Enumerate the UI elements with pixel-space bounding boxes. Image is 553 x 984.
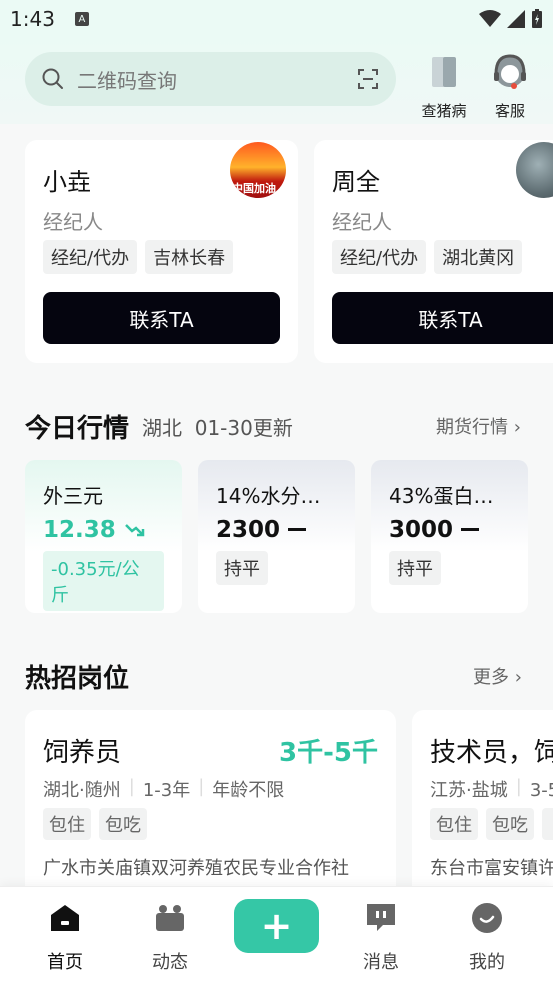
price-name: 43%蛋白豆... [389,484,510,508]
job-tag: 包住 [43,808,91,840]
customer-service-button[interactable]: 客服 [480,52,540,121]
job-tags: 包住 包吃 [43,808,147,840]
main-content: 中国加油 小垚 经纪人 经纪/代办 吉林长春 联系TA 周全 经纪人 经纪/代办… [0,124,553,886]
book-icon [432,57,456,87]
message-icon [367,904,395,931]
trend-flat-icon [461,528,480,531]
job-meta: 湖北·随州 | 1-3年 | 年龄不限 [43,776,285,801]
job-card[interactable]: 技术员，饲 江苏·盐城 | 3-5年 包住 包吃 东台市富安镇许 [412,710,553,886]
home-icon [51,905,79,931]
jobs-more-link[interactable]: 更多 › [473,663,522,689]
price-card[interactable]: 14%水分玉... 2300 持平 [198,460,355,613]
price-name: 14%水分玉... [216,484,337,508]
job-title: 技术员，饲 [430,738,553,768]
job-experience: 1-3年 [142,780,191,801]
pig-disease-button[interactable]: 查猪病 [414,52,474,121]
job-company: 广水市关庙镇双河养殖农民专业合作社 [43,858,349,879]
agent-tag: 经纪/代办 [332,240,427,274]
agent-role: 经纪人 [332,210,392,234]
wifi-icon [479,10,501,27]
price-value-row: 2300 [216,517,337,543]
price-value: 12.38 [43,517,116,543]
jobs-title: 热招岗位 [25,664,130,694]
job-meta: 江苏·盐城 | 3-5年 [430,776,553,802]
bottom-tab-bar: 首页 动态 + 消息 我的 [0,886,553,984]
header: 二维码查询 查猪病 客服 [0,38,553,124]
avatar[interactable] [516,142,553,198]
tab-mine-label: 我的 [469,952,505,973]
agent-role: 经纪人 [43,210,103,234]
avatar-text: 中国加油 [232,182,276,195]
tab-home-label: 首页 [47,952,83,973]
tab-feed[interactable]: 动态 [130,901,210,974]
scan-icon[interactable] [356,67,380,91]
price-card[interactable]: 外三元 12.38 -0.35元/公斤 [25,460,182,613]
profile-icon [472,903,502,933]
status-bar: 1:43 A [0,0,553,38]
agent-card[interactable]: 周全 经纪人 经纪/代办 湖北黄冈 联系TA [314,140,553,363]
trend-down-icon [124,524,145,537]
futures-link[interactable]: 期货行情 › [436,413,521,439]
battery-icon [532,9,542,28]
contact-button[interactable]: 联系TA [332,292,553,344]
price-name: 外三元 [43,484,103,508]
price-change: 持平 [389,551,441,585]
tab-mine[interactable]: 我的 [447,901,527,974]
job-card[interactable]: 饲养员 3千-5千 湖北·随州 | 1-3年 | 年龄不限 包住 包吃 广水市关… [25,710,396,886]
job-age: 年龄不限 [212,780,285,801]
avatar[interactable]: 中国加油 [230,142,286,198]
signal-icon [507,10,525,28]
price-card[interactable]: 43%蛋白豆... 3000 持平 [371,460,528,613]
status-time: 1:43 [10,7,55,31]
tab-feed-label: 动态 [152,952,188,973]
market-title: 今日行情 [25,414,130,444]
pig-disease-label: 查猪病 [421,102,467,120]
search-input[interactable]: 二维码查询 [77,65,356,94]
trend-flat-icon [288,528,307,531]
price-change: 持平 [216,551,268,585]
job-tags: 包住 包吃 [430,808,553,840]
agent-tag: 湖北黄冈 [434,240,523,274]
tab-messages-label: 消息 [363,952,399,973]
tab-home[interactable]: 首页 [25,901,105,974]
status-icons [479,9,543,29]
price-change: -0.35元/公斤 [43,551,164,611]
search-bar[interactable]: 二维码查询 [25,52,396,106]
agent-tag: 经纪/代办 [43,240,138,274]
job-tag: 包吃 [486,808,534,840]
job-location: 湖北·随州 [43,780,121,801]
job-tag: 包吃 [99,808,147,840]
agent-name: 周全 [332,168,380,196]
customer-service-label: 客服 [494,102,525,120]
job-tag: 包住 [430,808,478,840]
price-value: 3000 [389,517,454,543]
market-subtitle: 湖北 01-30更新 [142,416,293,440]
tab-messages[interactable]: 消息 [341,901,421,974]
contact-button[interactable]: 联系TA [43,292,280,344]
agent-card[interactable]: 中国加油 小垚 经纪人 经纪/代办 吉林长春 联系TA [25,140,298,363]
headset-icon [494,54,526,89]
job-location: 江苏·盐城 [430,780,508,801]
agent-tags: 经纪/代办 吉林长春 [43,240,234,274]
add-button[interactable]: + [234,899,319,953]
feed-icon [156,905,184,931]
notification-icon: A [74,12,89,26]
price-value-row: 12.38 [43,517,164,543]
job-company: 东台市富安镇许 [430,858,553,879]
agent-tags: 经纪/代办 湖北黄冈 [332,240,523,274]
price-value-row: 3000 [389,517,510,543]
price-value: 2300 [216,517,281,543]
search-icon [42,68,63,89]
agent-tag: 吉林长春 [145,240,234,274]
agent-name: 小垚 [43,168,91,196]
job-title: 饲养员 [43,738,122,768]
job-experience: 3-5年 [529,780,553,801]
job-salary: 3千-5千 [279,738,378,768]
job-tag [542,808,553,840]
